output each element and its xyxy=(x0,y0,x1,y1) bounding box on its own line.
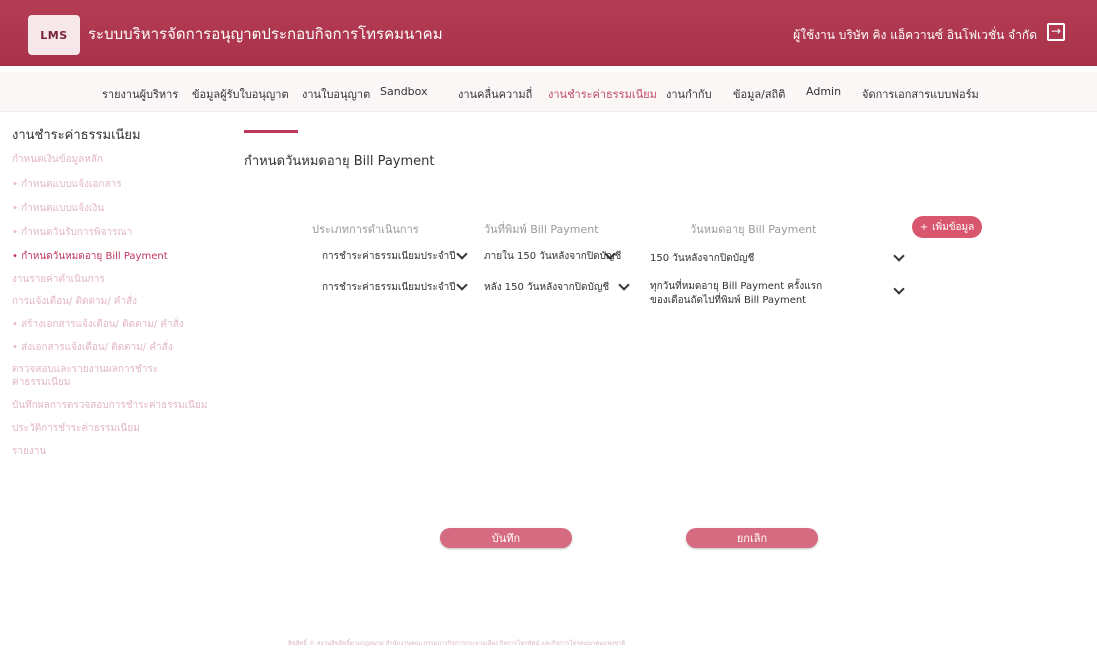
sidebar-item[interactable]: การแจ้งเตือน/ ติดตาม/ คำสั่ง xyxy=(12,294,137,309)
sidebar-item[interactable]: • สร้างเอกสารแจ้งเตือน/ ติดตาม/ คำสั่ง xyxy=(12,317,184,332)
plus-icon: + xyxy=(919,221,929,233)
nav-item-statistics[interactable]: ข้อมูล/สถิติ xyxy=(733,85,785,103)
row2-expiry-select-line2[interactable]: ของเดือนถัดไปที่พิมพ์ Bill Payment xyxy=(650,293,806,308)
main-nav: รายงานผู้บริหาร ข้อมูลผู้รับใบอนุญาต งาน… xyxy=(0,72,1097,112)
sidebar-title: งานชำระค่าธรรมเนียม xyxy=(12,128,141,143)
nav-item-admin[interactable]: Admin xyxy=(806,85,841,98)
sidebar-item[interactable]: บันทึกผลการตรวจสอบการชำระค่าธรรมเนียม xyxy=(12,398,207,413)
logout-icon[interactable]: → xyxy=(1047,23,1065,41)
chevron-down-icon[interactable] xyxy=(892,283,906,297)
header-bar: LMS ระบบบริหารจัดการอนุญาตประกอบกิจการโท… xyxy=(0,0,1097,66)
sidebar-item[interactable]: • ส่งเอกสารแจ้งเตือน/ ติดตาม/ คำสั่ง xyxy=(12,340,173,355)
nav-item-frequency[interactable]: งานคลื่นความถี่ xyxy=(458,85,532,103)
row1-type-select[interactable]: การชำระค่าธรรมเนียมประจำปี xyxy=(322,249,456,264)
app-title: ระบบบริหารจัดการอนุญาตประกอบกิจการโทรคมน… xyxy=(88,25,443,43)
row2-expiry-select-line1[interactable]: ทุกวันที่หมดอายุ Bill Payment ครั้งแรก xyxy=(650,279,822,294)
page-title: กำหนดวันหมดอายุ Bill Payment xyxy=(244,154,435,169)
column-header-expiry: วันหมดอายุ Bill Payment xyxy=(690,223,817,236)
sidebar-item[interactable]: รายงาน xyxy=(12,444,46,459)
nav-item-licensee-data[interactable]: ข้อมูลผู้รับใบอนุญาต xyxy=(192,85,289,103)
nav-item-license-work[interactable]: งานใบอนุญาต xyxy=(302,85,370,103)
sidebar-item[interactable]: • กำหนดแบบแจ้งเงิน xyxy=(12,201,104,216)
chevron-down-icon[interactable] xyxy=(892,250,906,264)
nav-item-regulation[interactable]: งานกำกับ xyxy=(666,85,712,103)
sidebar-item[interactable]: งานรายค่าดำเนินการ xyxy=(12,272,105,287)
title-accent xyxy=(244,130,298,133)
chevron-down-icon[interactable] xyxy=(603,248,617,262)
cancel-button[interactable]: ยกเลิก xyxy=(686,528,818,548)
sidebar-item[interactable]: กำหนดเงินข้อมูลหลัก xyxy=(12,152,103,167)
save-button[interactable]: บันทึก xyxy=(440,528,572,548)
sidebar-item-bill-expiry[interactable]: • กำหนดวันหมดอายุ Bill Payment xyxy=(12,249,168,264)
footer-text: ลิขสิทธิ์ © สงวนลิขสิทธิ์ตามกฎหมาย สำนัก… xyxy=(288,640,626,647)
chevron-down-icon[interactable] xyxy=(455,248,469,262)
nav-item-sandbox[interactable]: Sandbox xyxy=(380,85,428,98)
row1-expiry-select[interactable]: 150 วันหลังจากปิดบัญชี xyxy=(650,251,754,266)
row1-print-date-select[interactable]: ภายใน 150 วันหลังจากปิดบัญชี xyxy=(484,249,621,264)
sidebar-item[interactable]: ประวัติการชำระค่าธรรมเนียม xyxy=(12,421,140,436)
sidebar-item[interactable]: ค่าธรรมเนียม xyxy=(12,375,70,390)
lms-logo: LMS xyxy=(28,15,80,55)
column-header-type: ประเภทการดำเนินการ xyxy=(312,223,419,236)
sidebar-item[interactable]: • กำหนดแบบแจ้งเอกสาร xyxy=(12,177,122,192)
add-data-button[interactable]: + เพิ่มข้อมูล xyxy=(912,216,982,238)
chevron-down-icon[interactable] xyxy=(617,279,631,293)
column-header-print-date: วันที่พิมพ์ Bill Payment xyxy=(484,223,599,236)
sidebar-item[interactable]: • กำหนดวันรับการพิจารณา xyxy=(12,225,132,240)
user-info: ผู้ใช้งาน บริษัท คิง แอ็ควานซ์ อินโฟเวชั… xyxy=(793,28,1037,42)
chevron-down-icon[interactable] xyxy=(455,279,469,293)
row2-print-date-select[interactable]: หลัง 150 วันหลังจากปิดบัญชี xyxy=(484,280,609,295)
nav-item-fee-payment[interactable]: งานชำระค่าธรรมเนียม xyxy=(548,85,657,103)
nav-item-forms[interactable]: จัดการเอกสารแบบฟอร์ม xyxy=(862,85,979,103)
row2-type-select[interactable]: การชำระค่าธรรมเนียมประจำปี xyxy=(322,280,456,295)
nav-item-exec-report[interactable]: รายงานผู้บริหาร xyxy=(102,85,178,103)
